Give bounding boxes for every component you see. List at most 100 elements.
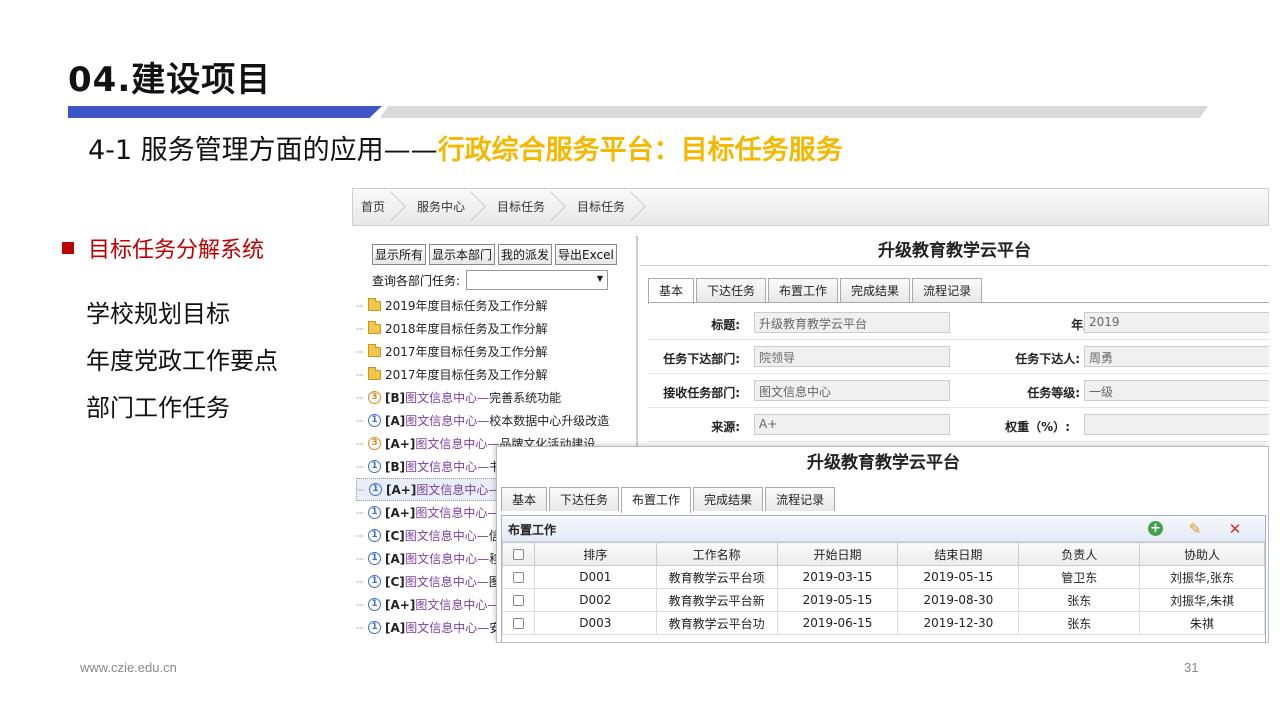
detail-tabs: 基本 下达任务 布置工作 完成结果 流程记录 (648, 278, 983, 304)
sub-item-list: 学校规划目标 年度党政工作要点 部门工作任务 (86, 296, 278, 437)
column-header[interactable]: 结束日期 (897, 542, 1020, 566)
column-header[interactable]: 开始日期 (776, 542, 899, 566)
status-3-icon: 3 (368, 391, 381, 404)
edit-icon[interactable]: ✎ (1186, 520, 1204, 538)
status-3-icon: 3 (368, 437, 381, 450)
show-all-button[interactable]: 显示所有 (372, 244, 427, 265)
cell-assistant: 刘振华,朱祺 (1139, 588, 1265, 612)
add-icon[interactable]: + (1148, 521, 1163, 536)
year-field[interactable]: 2019 (1084, 312, 1269, 333)
tab-issue-task[interactable]: 下达任务 (549, 487, 620, 511)
table-header-row: 排序 工作名称 开始日期 结束日期 负责人 协助人 (502, 542, 1265, 566)
column-header[interactable]: 协助人 (1139, 542, 1265, 566)
tree-task[interactable]: ┈ 3 [B] 图文信息中心— 完善系统功能 (356, 386, 634, 409)
receiving-dept-field[interactable]: 图文信息中心 (754, 380, 950, 401)
export-excel-button[interactable]: 导出Excel (555, 244, 617, 265)
status-1-icon: 1 (368, 529, 381, 542)
cell-owner: 管卫东 (1018, 565, 1141, 589)
table-row[interactable]: D002 教育教学云平台新 2019-05-15 2019-08-30 张东 刘… (502, 588, 1265, 612)
status-1-icon: 1 (368, 598, 381, 611)
tree-folder[interactable]: ┈ 2019年度目标任务及工作分解 (356, 294, 634, 317)
tree-scrollbar[interactable] (636, 236, 639, 446)
row-checkbox[interactable] (512, 572, 524, 583)
cell-work-name: 教育教学云平台功 (655, 611, 778, 635)
tab-results[interactable]: 完成结果 (693, 487, 764, 511)
weight-field[interactable] (1084, 414, 1269, 435)
folder-icon (368, 366, 381, 380)
cell-end-date: 2019-12-30 (897, 611, 1020, 635)
title-label: 标题: (711, 318, 740, 332)
cell-order: D002 (533, 588, 657, 612)
assign-work-panel: 布置工作 + ✎ ✕ 排序 工作名称 开始日期 结束日期 负责人 协助人 D00… (501, 515, 1266, 643)
breadcrumb-item[interactable]: 目标任务 (489, 188, 569, 226)
breadcrumb-item[interactable]: 首页 (353, 188, 409, 226)
cell-order: D003 (533, 611, 657, 635)
footer-url: www.czie.edu.cn (80, 660, 177, 675)
cell-assistant: 朱祺 (1139, 611, 1265, 635)
overlay-tabs: 基本 下达任务 布置工作 完成结果 流程记录 (501, 487, 836, 513)
show-department-button[interactable]: 显示本部门 (429, 244, 496, 265)
tree-folder[interactable]: ┈ 2018年度目标任务及工作分解 (356, 317, 634, 340)
department-select[interactable] (466, 270, 609, 290)
row-checkbox[interactable] (512, 595, 524, 606)
cell-work-name: 教育教学云平台项 (655, 565, 778, 589)
breadcrumb: 首页 服务中心 目标任务 目标任务 (352, 188, 1269, 226)
issuer-field[interactable]: 周勇 (1084, 346, 1269, 367)
issuing-dept-label: 任务下达部门: (663, 352, 740, 366)
panel-title: 布置工作 (508, 523, 557, 537)
title-field[interactable]: 升级教育教学云平台 (754, 312, 950, 333)
tab-process-log[interactable]: 流程记录 (765, 487, 836, 511)
subtitle-prefix: 4-1 服务管理方面的应用—— (88, 135, 438, 166)
title-underline-bar (68, 106, 1208, 118)
source-field[interactable]: A+ (754, 414, 950, 435)
breadcrumb-item[interactable]: 服务中心 (409, 188, 489, 226)
status-1-icon: 1 (368, 460, 381, 473)
delete-icon[interactable]: ✕ (1226, 520, 1244, 538)
overlay-title: 升级教育教学云平台 (807, 453, 960, 473)
toolbar: 显示所有 显示本部门 我的派发 导出Excel (372, 244, 617, 265)
table-row[interactable]: D001 教育教学云平台项 2019-03-15 2019-05-15 管卫东 … (502, 565, 1265, 589)
status-1-icon: 1 (368, 414, 381, 427)
cell-end-date: 2019-05-15 (897, 565, 1020, 589)
cell-end-date: 2019-08-30 (897, 588, 1020, 612)
tab-assign-work[interactable]: 布置工作 (768, 278, 839, 302)
tree-folder[interactable]: ┈ 2017年度目标任务及工作分解 (356, 340, 634, 363)
receiving-dept-label: 接收任务部门: (663, 386, 740, 400)
bullet-heading-text: 目标任务分解系统 (88, 238, 265, 263)
subtitle-highlight: 行政综合服务平台：目标任务服务 (437, 135, 843, 166)
source-label: 来源: (711, 420, 740, 434)
tab-basic[interactable]: 基本 (501, 487, 548, 511)
status-1-icon: 1 (368, 621, 381, 634)
level-label: 任务等级: (1027, 386, 1080, 400)
column-header[interactable]: 负责人 (1018, 542, 1141, 566)
status-1-icon: 1 (369, 483, 382, 496)
tree-folder[interactable]: ┈ 2017年度目标任务及工作分解 (356, 363, 634, 386)
tab-process-log[interactable]: 流程记录 (912, 278, 983, 302)
tree-task[interactable]: ┈ 1 [A] 图文信息中心— 校本数据中心升级改造 (356, 409, 634, 432)
issuing-dept-field[interactable]: 院领导 (754, 346, 950, 367)
query-label: 查询各部门任务: (372, 273, 461, 288)
column-header[interactable]: 排序 (533, 542, 657, 566)
select-all-checkbox[interactable] (512, 549, 524, 560)
column-header[interactable]: 工作名称 (655, 542, 778, 566)
status-1-icon: 1 (368, 506, 381, 519)
slide-title: 04.建设项目 (68, 60, 272, 100)
cell-work-name: 教育教学云平台新 (655, 588, 778, 612)
sub-item: 学校规划目标 (86, 300, 230, 328)
page-number: 31 (1184, 660, 1199, 675)
tab-assign-work[interactable]: 布置工作 (621, 487, 692, 513)
row-checkbox[interactable] (512, 618, 524, 629)
tab-issue-task[interactable]: 下达任务 (696, 278, 767, 302)
my-dispatch-button[interactable]: 我的派发 (498, 244, 553, 265)
table-row[interactable]: D003 教育教学云平台功 2019-06-15 2019-12-30 张东 朱… (502, 611, 1265, 635)
cell-start-date: 2019-03-15 (776, 565, 899, 589)
app-screenshot: 首页 服务中心 目标任务 目标任务 显示所有 显示本部门 我的派发 导出Exce… (352, 188, 1269, 643)
panel-header: 布置工作 + ✎ ✕ (502, 516, 1265, 542)
department-query: 查询各部门任务: (372, 270, 609, 290)
assign-work-window: 升级教育教学云平台 基本 下达任务 布置工作 完成结果 流程记录 布置工作 + … (496, 446, 1269, 643)
tab-basic[interactable]: 基本 (648, 278, 695, 304)
breadcrumb-item[interactable]: 目标任务 (569, 188, 649, 226)
tab-results[interactable]: 完成结果 (840, 278, 911, 302)
cell-assistant: 刘振华,张东 (1139, 565, 1265, 589)
level-field[interactable]: 一级 (1084, 380, 1269, 401)
